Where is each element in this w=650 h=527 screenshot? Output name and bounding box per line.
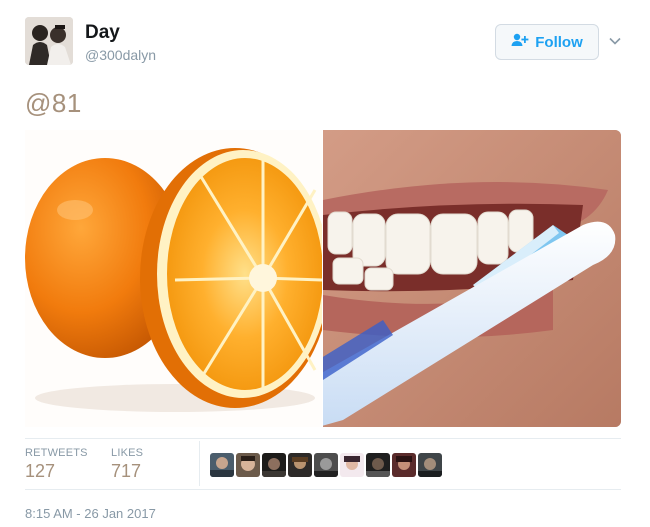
liker-avatar[interactable] — [288, 453, 312, 477]
retweets-count[interactable]: 127 — [25, 461, 55, 482]
chevron-down-icon[interactable] — [608, 34, 622, 48]
person-add-icon — [511, 33, 529, 51]
divider-bottom — [25, 489, 621, 490]
author-name[interactable]: Day — [85, 22, 120, 44]
liker-avatar[interactable] — [366, 453, 390, 477]
liker-avatar[interactable] — [210, 453, 234, 477]
tweet-timestamp[interactable]: 8:15 AM - 26 Jan 2017 — [25, 506, 156, 521]
liker-avatar[interactable] — [340, 453, 364, 477]
divider-top — [25, 438, 621, 439]
photo-orange[interactable] — [25, 130, 322, 427]
photo-toothbrush[interactable] — [323, 130, 621, 427]
likes-count[interactable]: 717 — [111, 461, 141, 482]
author-avatar[interactable] — [25, 17, 73, 65]
likes-label: LIKES — [111, 447, 144, 459]
follow-button[interactable]: Follow — [495, 24, 599, 60]
follow-label: Follow — [535, 33, 583, 51]
author-handle[interactable]: @300dalyn — [85, 47, 156, 63]
liker-avatar[interactable] — [314, 453, 338, 477]
liker-avatar[interactable] — [236, 453, 260, 477]
retweets-label: RETWEETS — [25, 447, 88, 459]
liker-avatar[interactable] — [418, 453, 442, 477]
liker-avatar[interactable] — [262, 453, 286, 477]
stats-divider — [199, 441, 200, 486]
liker-avatars — [210, 453, 442, 477]
liker-avatar[interactable] — [392, 453, 416, 477]
tweet-text: @81 — [25, 88, 82, 118]
